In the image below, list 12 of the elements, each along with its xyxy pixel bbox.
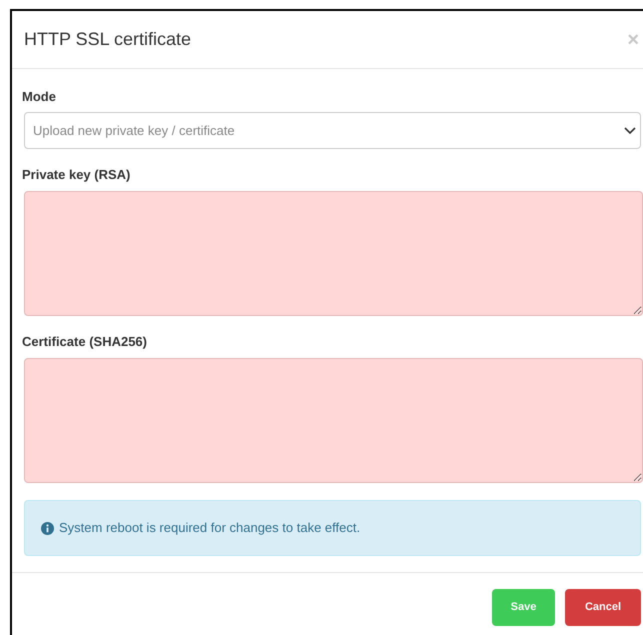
mode-select[interactable]: Upload new private key / certificate xyxy=(24,112,641,149)
notice-text: System reboot is required for changes to take effect. xyxy=(59,519,360,538)
field-label: Private key (RSA) xyxy=(22,166,132,181)
chevron-down-icon xyxy=(624,126,636,134)
dialog-title: HTTP SSL certificate xyxy=(24,28,192,51)
text-area[interactable] xyxy=(24,358,643,483)
info-icon xyxy=(41,522,54,534)
save-button[interactable]: Save xyxy=(492,589,555,626)
field-label: Certificate (SHA256) xyxy=(22,333,148,348)
text-area[interactable] xyxy=(24,191,643,316)
cancel-button[interactable]: Cancel xyxy=(565,589,641,626)
field-label: Mode xyxy=(22,88,57,103)
